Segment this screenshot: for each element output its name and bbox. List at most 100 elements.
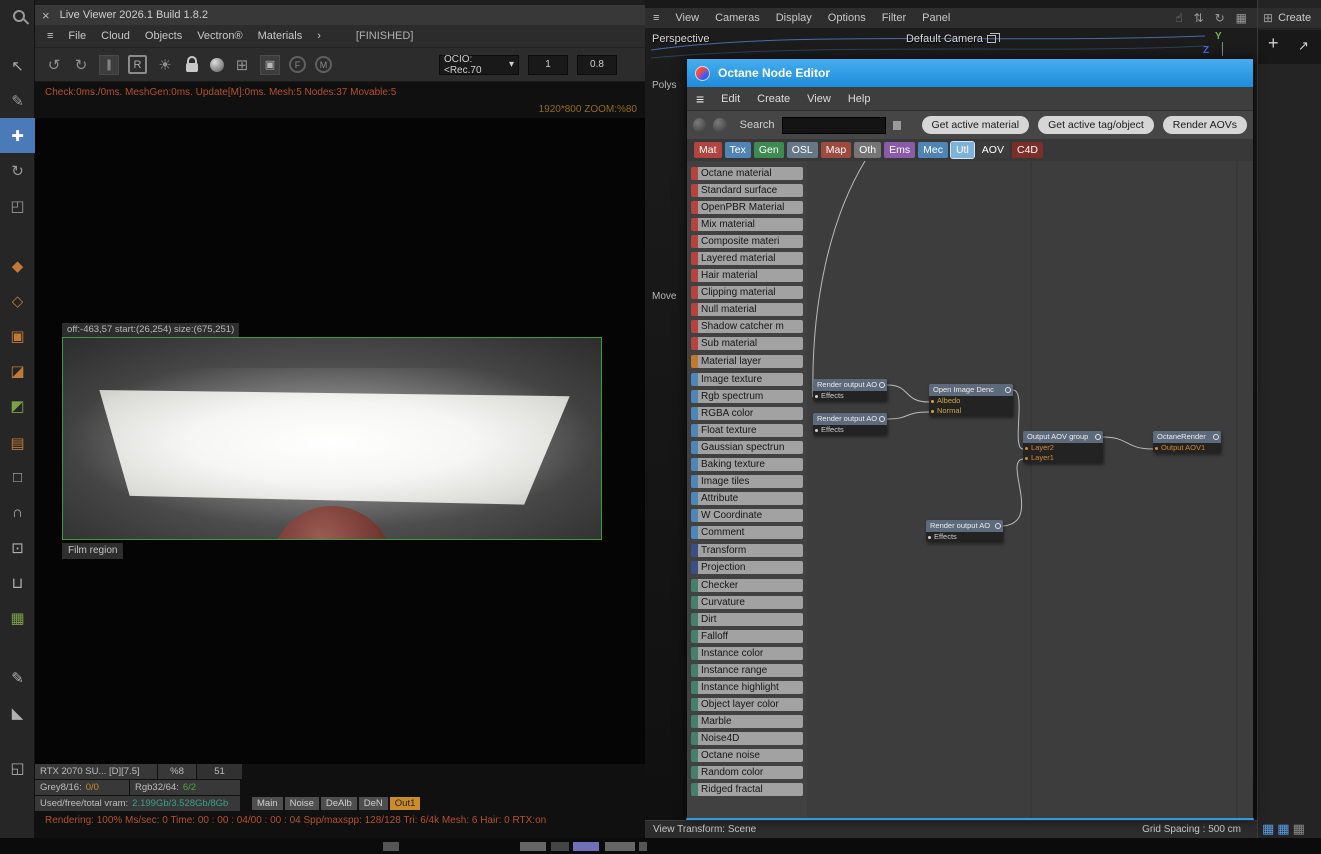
graph-node-render-output-ao-0[interactable]: Render output AO Effects	[813, 379, 887, 401]
node-type-noise4d[interactable]: Noise4D	[691, 732, 803, 745]
pencil-tool[interactable]: ✎	[0, 660, 35, 695]
node-type-image-tiles[interactable]: Image tiles	[691, 475, 803, 488]
node-editor-menu-edit[interactable]: Edit	[721, 93, 740, 105]
dock-item[interactable]	[573, 842, 599, 851]
node-port-effects[interactable]: Effects	[813, 425, 887, 435]
settings-gear-icon[interactable]: ☀	[156, 56, 174, 74]
dock-item[interactable]	[520, 842, 546, 851]
search-grip[interactable]	[892, 120, 901, 130]
graph-node-render-output-ao-1[interactable]: Render output AO Effects	[813, 413, 887, 435]
live-viewer-titlebar[interactable]: × Live Viewer 2026.1 Build 1.8.2	[35, 5, 645, 25]
tab-aov[interactable]: AOV	[976, 142, 1009, 158]
layout-grid3-icon[interactable]: ▦	[1293, 821, 1305, 837]
viewport-menu-cameras[interactable]: Cameras	[715, 12, 760, 24]
node-type-rgb-spectrum[interactable]: Rgb spectrum	[691, 390, 803, 403]
graph-node-output-aov-group-3[interactable]: Output AOV group Layer2 Layer1	[1023, 431, 1103, 463]
tab-osl[interactable]: OSL	[786, 142, 818, 158]
viewport-menu-icon[interactable]: ≡	[653, 12, 659, 24]
node-port-effects[interactable]: Effects	[926, 532, 1003, 542]
exposure-field[interactable]: 1	[528, 54, 568, 75]
node-type-shadow-catcher-m[interactable]: Shadow catcher m	[691, 320, 803, 333]
region-render-icon[interactable]: R	[128, 55, 147, 74]
dock-item[interactable]	[383, 842, 399, 851]
tab-map[interactable]: Map	[820, 142, 852, 158]
node-type-object-layer-color[interactable]: Object layer color	[691, 698, 803, 711]
pin-tool[interactable]: ◆	[0, 248, 35, 283]
node-type-octane-material[interactable]: Octane material	[691, 167, 803, 180]
viewport-menu-filter[interactable]: Filter	[882, 12, 906, 24]
node-port-layer1[interactable]: Layer1	[1023, 453, 1103, 463]
cube-outline-tool[interactable]: □	[0, 460, 35, 495]
create-menu[interactable]: ⊞ Create	[1258, 8, 1321, 28]
ocio-dropdown[interactable]: OCIO:<Rec.70 ▾	[439, 54, 519, 76]
camera-snapshot-icon[interactable]: ▣	[260, 54, 280, 75]
node-editor-titlebar[interactable]: Octane Node Editor	[687, 59, 1253, 87]
menu-icon[interactable]: ≡	[47, 30, 53, 42]
get-active-tag-object-button[interactable]: Get active tag/object	[1038, 116, 1154, 134]
tab-c4d[interactable]: C4D	[1011, 142, 1043, 158]
frame-select-tool[interactable]: ◱	[0, 750, 35, 785]
rotate-tool[interactable]: ↻	[0, 153, 35, 188]
node-type-instance-range[interactable]: Instance range	[691, 664, 803, 677]
tab-gen[interactable]: Gen	[753, 142, 784, 158]
node-type-falloff[interactable]: Falloff	[691, 630, 803, 643]
dolly-icon[interactable]: ⇅	[1194, 11, 1204, 25]
node-type-gaussian-spectrun[interactable]: Gaussian spectrun	[691, 441, 803, 454]
dock-item[interactable]	[639, 842, 647, 851]
add-material-icon[interactable]: ⊞	[233, 56, 251, 74]
node-editor-menu-help[interactable]: Help	[848, 93, 871, 105]
pin-small-tool[interactable]: ◇	[0, 283, 35, 318]
node-port-layer2[interactable]: Layer2	[1023, 443, 1103, 453]
plane-object-tool[interactable]: ▣	[0, 318, 35, 353]
node-type-baking-texture[interactable]: Baking texture	[691, 458, 803, 471]
move-tool[interactable]: ✚	[0, 118, 35, 153]
node-type-octane-noise[interactable]: Octane noise	[691, 749, 803, 762]
render-area[interactable]: off:-463,57 start:(26,254) size:(675,251…	[35, 118, 645, 764]
texture-node-icon[interactable]	[713, 117, 727, 133]
graph-node-render-output-ao-5[interactable]: Render output AO Effects	[926, 520, 1003, 542]
material-picker-icon[interactable]: M	[315, 56, 332, 73]
material-node-icon[interactable]	[693, 117, 707, 133]
node-type-transform[interactable]: Transform	[691, 544, 803, 557]
panel-layout-icon[interactable]: ▦	[1236, 11, 1247, 25]
menu-item-vectron[interactable]: Vectron®	[197, 30, 242, 42]
knife-tool[interactable]: ✎	[0, 83, 35, 118]
node-editor-menu-icon[interactable]: ≡	[696, 91, 704, 107]
lock-resolution-icon[interactable]	[183, 56, 201, 72]
cube-green-object-tool[interactable]: ◩	[0, 388, 35, 423]
node-type-openpbr-material[interactable]: OpenPBR Material	[691, 201, 803, 214]
pass-button-noise[interactable]: Noise	[284, 797, 319, 810]
pass-button-den[interactable]: DeN	[358, 797, 388, 810]
menu-item-cloud[interactable]: Cloud	[101, 30, 130, 42]
node-type-marble[interactable]: Marble	[691, 715, 803, 728]
arch-object-tool[interactable]: ∩	[0, 495, 35, 530]
search-tool[interactable]	[0, 0, 35, 35]
node-type-w-coordinate[interactable]: W Coordinate	[691, 509, 803, 522]
pass-button-out1[interactable]: Out1	[389, 797, 421, 810]
tab-ems[interactable]: Ems	[884, 142, 916, 158]
scale-tool[interactable]: ◰	[0, 188, 35, 223]
node-graph-canvas[interactable]: Render output AO Effects Render output AO E…	[807, 161, 1253, 818]
node-type-hair-material[interactable]: Hair material	[691, 269, 803, 282]
trowel-tool[interactable]: ◣	[0, 695, 35, 730]
tab-tex[interactable]: Tex	[724, 142, 751, 158]
node-port-effects[interactable]: Effects	[813, 391, 887, 401]
layout-grid-icon[interactable]: ▦	[1262, 821, 1274, 837]
graph-node-octanerender-4[interactable]: OctaneRender Output AOV1	[1153, 431, 1221, 453]
refresh-icon[interactable]: ↻	[72, 56, 90, 74]
node-type-null-material[interactable]: Null material	[691, 303, 803, 316]
undo-icon[interactable]: ↺	[45, 56, 63, 74]
menu-item-materials[interactable]: Materials	[258, 30, 303, 42]
node-type-instance-highlight[interactable]: Instance highlight	[691, 681, 803, 694]
gamma-field[interactable]: 0.8	[577, 54, 617, 75]
get-active-material-button[interactable]: Get active material	[921, 116, 1030, 134]
stack-object-tool[interactable]: ▤	[0, 425, 35, 460]
node-type-random-color[interactable]: Random color	[691, 766, 803, 779]
node-type-dirt[interactable]: Dirt	[691, 613, 803, 626]
graph-node-open-image-denc-2[interactable]: Open Image Denc Albedo Normal	[929, 384, 1013, 416]
node-type-standard-surface[interactable]: Standard surface	[691, 184, 803, 197]
dice-object-tool[interactable]: ⊡	[0, 530, 35, 565]
tab-utl[interactable]: Utl	[949, 141, 975, 159]
node-type-ridged-fractal[interactable]: Ridged fractal	[691, 783, 803, 796]
pass-button-dealb[interactable]: DeAlb	[320, 797, 357, 810]
